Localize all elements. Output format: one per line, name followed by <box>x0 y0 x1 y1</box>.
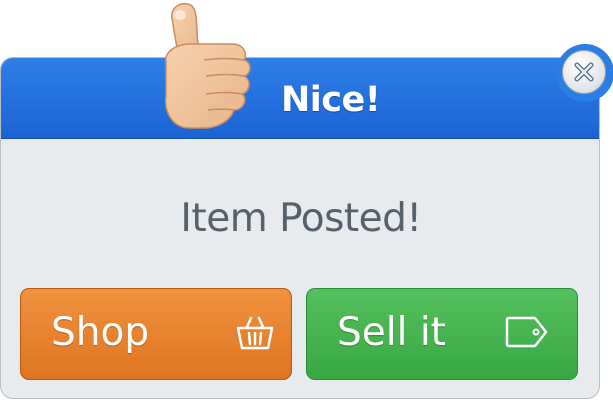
basket-icon <box>235 315 275 355</box>
item-posted-message: Item Posted! <box>180 196 422 241</box>
shop-button[interactable]: Shop <box>20 288 292 380</box>
sell-button-label: Sell it <box>337 310 446 355</box>
close-icon <box>562 50 606 94</box>
shop-button-label: Shop <box>51 310 150 355</box>
price-tag-icon <box>503 315 549 353</box>
dialog-title: Nice! <box>281 80 381 120</box>
close-button[interactable] <box>556 44 613 102</box>
dialog-header: Nice! <box>1 58 599 139</box>
sell-it-button[interactable]: Sell it <box>306 288 578 380</box>
thumbs-up-icon <box>158 0 268 135</box>
